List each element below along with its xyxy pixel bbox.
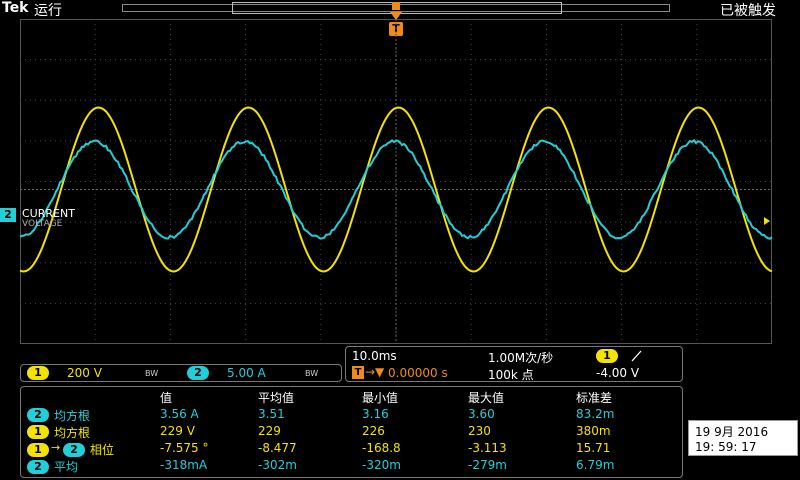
row-channel-badge: 2 [27,460,49,474]
ch1-badge: 1 [27,366,49,380]
ch1-bandwidth-icon: BW [145,369,158,378]
col-header-min: 最小值 [362,389,398,406]
row-label: 相位 [90,441,114,458]
col-header-mean: 平均值 [258,389,294,406]
cell-max: 3.60 [468,407,495,421]
cell-min: 3.16 [362,407,389,421]
col-header-max: 最大值 [468,389,504,406]
cell-min: 226 [362,424,385,438]
trigger-position-value: 0.00000 s [388,366,448,380]
ch2-scale[interactable]: 5.00 A [227,366,266,380]
cell-mean: 3.51 [258,407,285,421]
cell-min: -320m [362,458,401,472]
arrow-icon: →▼ [365,365,384,379]
cell-min: -168.8 [362,441,401,455]
cell-stddev: 6.79m [576,458,614,472]
measurement-table[interactable]: 值 平均值 最小值 最大值 标准差 2 均方根 3.56 A 3.51 3.16… [20,386,683,478]
arrow-icon: → [51,441,60,454]
row-channel-badge-2: 2 [63,443,85,457]
col-header-value: 值 [160,389,172,406]
ch1-label: VOLTAGE [22,219,62,229]
cell-max: -279m [468,458,507,472]
trigger-level-icon [764,217,770,225]
row-label: 均方根 [54,407,90,424]
channel-scale-panel[interactable]: 1 200 V BW 2 5.00 A BW [20,364,342,382]
ch2-bandwidth-icon: BW [305,369,318,378]
row-label: 均方根 [54,424,90,441]
trigger-position-badge: T [352,366,364,379]
ch1-scale[interactable]: 200 V [67,366,102,380]
cell-value: -318mA [160,458,207,472]
rising-slope-icon [630,350,644,362]
cell-stddev: 380m [576,424,611,438]
cell-mean: -8.477 [258,441,297,455]
trigger-level-value: -4.00 V [596,366,639,380]
date: 19 9月 2016 [695,423,768,440]
cell-value: 229 V [160,424,195,438]
row-label: 平均 [54,458,78,475]
cell-mean: -302m [258,458,297,472]
ch2-ground-marker[interactable]: 2 [0,208,16,222]
time-scale[interactable]: 10.0ms [352,349,397,363]
row-channel-badge: 2 [27,408,49,422]
sample-rate: 1.00M次/秒 [488,349,553,366]
row-channel-badge: 1 [27,425,49,439]
trigger-source-badge: 1 [596,349,618,363]
cell-mean: 229 [258,424,281,438]
time: 19: 59: 17 [695,440,757,454]
ch2-badge: 2 [187,366,209,380]
cell-value: 3.56 A [160,407,199,421]
cell-max: -3.113 [468,441,507,455]
record-length: 100k 点 [488,366,534,383]
row-channel-badge: 1 [27,443,49,457]
cell-value: -7.575 ° [160,441,209,455]
cell-stddev: 83.2m [576,407,614,421]
datetime-box: 19 9月 2016 19: 59: 17 [688,420,798,456]
col-header-stddev: 标准差 [576,389,612,406]
timebase-panel[interactable]: 10.0ms 1.00M次/秒 1 T →▼ 0.00000 s 100k 点 … [345,346,683,382]
cell-max: 230 [468,424,491,438]
cell-stddev: 15.71 [576,441,610,455]
